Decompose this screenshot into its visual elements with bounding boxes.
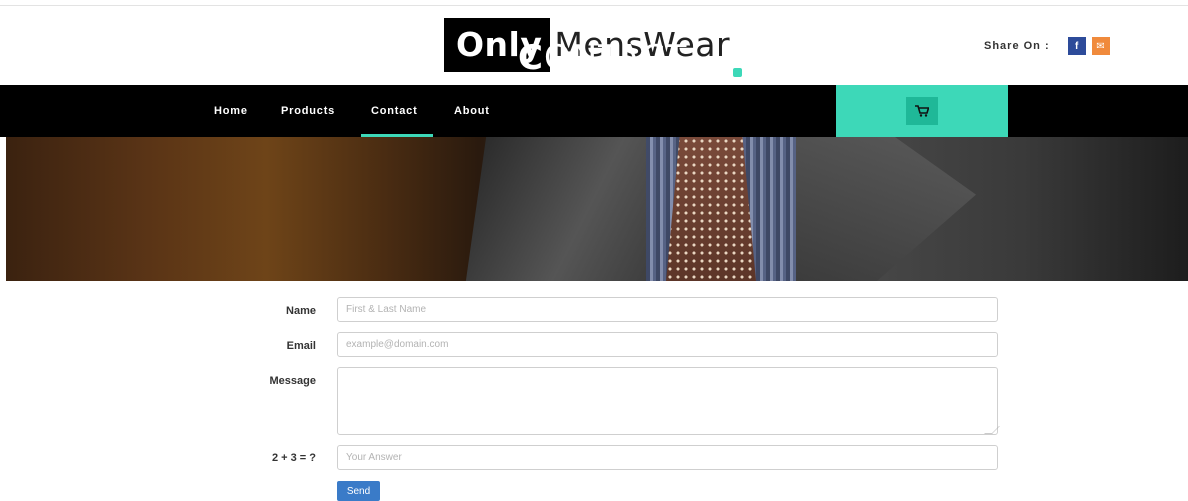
nav-item-home[interactable]: Home: [214, 85, 248, 137]
captcha-answer-field[interactable]: [337, 445, 998, 470]
cart-icon: [915, 105, 929, 117]
nav-item-contact[interactable]: Contact: [371, 85, 418, 137]
name-field[interactable]: [337, 297, 998, 322]
share-bar: Share On : f ✉: [984, 37, 1110, 55]
banner-image-tie: [666, 137, 756, 281]
captcha-label: 2 + 3 = ?: [271, 452, 316, 464]
name-label: Name: [286, 305, 316, 317]
banner-image-lapel: [796, 137, 976, 281]
top-border: [0, 0, 1188, 6]
share-label: Share On :: [984, 40, 1050, 52]
cart-button[interactable]: [906, 97, 938, 125]
main-navigation: Home Products Contact About: [0, 85, 1188, 137]
nav-item-products[interactable]: Products: [281, 85, 335, 137]
logo-accent-dot: [733, 68, 742, 77]
contact-banner: [6, 137, 1188, 281]
send-button[interactable]: Send: [337, 481, 380, 501]
facebook-icon[interactable]: f: [1067, 37, 1086, 55]
nav-item-about[interactable]: About: [454, 85, 490, 137]
page-title-first-letter: C: [518, 38, 544, 78]
page-title: CONTACT: [518, 38, 687, 78]
message-label: Message: [269, 375, 316, 387]
email-label: Email: [286, 340, 316, 352]
message-field[interactable]: [337, 367, 998, 435]
page-title-rest: ONTACT: [543, 38, 688, 78]
email-share-icon[interactable]: ✉: [1091, 37, 1110, 55]
email-field[interactable]: [337, 332, 998, 357]
